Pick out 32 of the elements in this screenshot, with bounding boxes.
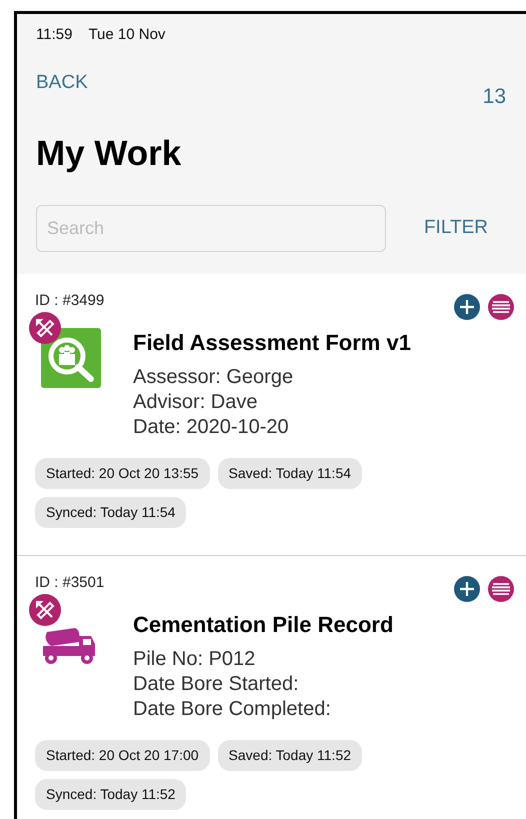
item-count: 13 xyxy=(482,84,506,110)
item-id: ID : #3499 xyxy=(35,290,104,310)
timestamp-tag: Synced: Today 11:52 xyxy=(35,778,186,810)
work-item-card[interactable]: ID : #3499 Field Assessment Form v1 Assessor: George Advisor: Dave Date: 2020-10-20 Started: 20 Oct 20 13:55 Saved: Today 11:54 Synced: Today 11:54 xyxy=(17,274,526,556)
detail-line: Pile No: P012 xyxy=(133,646,256,672)
timestamp-tag: Synced: Today 11:54 xyxy=(35,496,186,528)
status-date: Tue 10 Nov xyxy=(88,25,166,45)
pencil-ruler-icon xyxy=(29,312,61,344)
menu-icon[interactable] xyxy=(488,294,514,320)
page-title: My Work xyxy=(36,133,182,175)
timestamp-tag: Saved: Today 11:54 xyxy=(218,458,362,488)
detail-line: Assessor: George xyxy=(133,364,294,390)
back-button[interactable]: BACK xyxy=(36,68,88,97)
item-id: ID : #3501 xyxy=(35,572,104,592)
search-people-icon xyxy=(41,328,101,388)
filter-button[interactable]: FILTER xyxy=(424,214,488,242)
form-title: Field Assessment Form v1 xyxy=(133,328,411,356)
detail-line: Advisor: Dave xyxy=(133,390,258,414)
detail-line: Date: 2020-10-20 xyxy=(133,414,290,440)
status-time: 11:59 xyxy=(36,25,72,45)
timestamp-tag: Started: 20 Oct 20 13:55 xyxy=(35,458,210,488)
add-icon[interactable] xyxy=(454,576,480,602)
search-field[interactable]: Search xyxy=(36,204,386,252)
add-icon[interactable] xyxy=(454,294,480,320)
timestamp-tag: Started: 20 Oct 20 17:00 xyxy=(35,740,210,770)
menu-icon[interactable] xyxy=(488,576,514,602)
form-title: Cementation Pile Record xyxy=(133,610,394,638)
detail-line: Date Bore Completed: xyxy=(133,696,332,722)
detail-line: Date Bore Started: xyxy=(133,672,300,696)
work-item-card[interactable]: ID : #3501 Cementation Pile Record Pile No: P012 Date Bore Started: Date Bore Completed: Started: 20 Oct 20 17:00 Saved: Today 11:52 Synced: Today 11:52 xyxy=(17,556,526,819)
timestamp-tag: Saved: Today 11:52 xyxy=(218,740,362,770)
pencil-ruler-icon xyxy=(29,594,61,626)
